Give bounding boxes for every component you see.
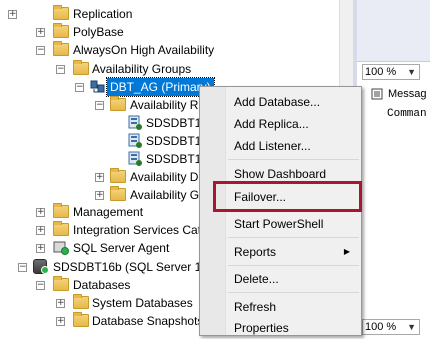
expand-icon[interactable]: + xyxy=(36,28,45,37)
submenu-arrow-icon: ▶ xyxy=(343,247,350,256)
folder-icon xyxy=(53,203,69,218)
collapse-icon[interactable]: − xyxy=(36,281,45,290)
collapse-icon[interactable]: − xyxy=(56,65,65,74)
replica-server-icon xyxy=(128,115,142,130)
menu-item-label: Delete... xyxy=(234,272,279,286)
tree-node-label: SDSDBT1 xyxy=(146,116,202,130)
availability-group-icon xyxy=(90,80,105,93)
tree-node-availability-groups[interactable]: − Availability Groups xyxy=(0,60,340,78)
menu-item-label: Refresh xyxy=(234,300,277,314)
expand-icon[interactable]: + xyxy=(36,208,45,217)
collapse-icon[interactable]: − xyxy=(18,263,27,272)
zoom-value: 100 % xyxy=(365,321,397,333)
menu-item-label: Add Listener... xyxy=(234,139,311,153)
menu-item-label: Start PowerShell xyxy=(234,217,324,231)
menu-separator xyxy=(228,159,359,160)
replica-server-icon xyxy=(128,133,142,148)
tree-node-label: Database Snapshots xyxy=(92,314,204,328)
menu-item-add-database[interactable]: Add Database... xyxy=(234,91,320,113)
folder-icon xyxy=(110,186,126,201)
command-text: Comman xyxy=(387,108,427,120)
zoom-select-bottom[interactable]: 100 % ▼ xyxy=(362,319,420,335)
tree-node-polybase[interactable]: + PolyBase xyxy=(0,23,340,41)
tree-node-label: Management xyxy=(73,205,144,219)
server-icon xyxy=(33,259,49,274)
tree-node-label: System Databases xyxy=(92,296,193,310)
tree-node-label: Availability D xyxy=(130,170,199,184)
folder-icon xyxy=(53,23,69,38)
folder-icon xyxy=(110,168,126,183)
menu-item-delete[interactable]: Delete... xyxy=(234,268,279,290)
tree-node-label: SDSDBT1 xyxy=(146,152,202,166)
chevron-down-icon: ▼ xyxy=(407,67,416,77)
zoom-value: 100 % xyxy=(365,66,397,78)
folder-icon xyxy=(53,276,69,291)
expand-icon[interactable]: + xyxy=(56,299,65,308)
menu-separator xyxy=(228,237,359,238)
menu-separator xyxy=(228,292,359,293)
expand-icon[interactable]: + xyxy=(95,173,104,182)
failover-highlight-box xyxy=(213,181,362,212)
expand-icon[interactable]: + xyxy=(95,191,104,200)
folder-icon xyxy=(73,294,89,309)
expand-icon[interactable]: + xyxy=(36,244,45,253)
menu-separator xyxy=(228,265,359,266)
collapse-icon[interactable]: − xyxy=(75,83,84,92)
expand-icon[interactable]: + xyxy=(8,10,17,19)
sql-agent-icon xyxy=(53,241,69,255)
tree-node-alwayson[interactable]: − AlwaysOn High Availability xyxy=(0,41,340,59)
menu-item-start-powershell[interactable]: Start PowerShell xyxy=(234,213,323,235)
tree-node-label: Databases xyxy=(73,278,131,292)
menu-item-label: Properties xyxy=(234,321,289,335)
tree-node-label: Availability G xyxy=(130,188,200,202)
menu-item-refresh[interactable]: Refresh xyxy=(234,296,276,318)
tree-node-label: SQL Server Agent xyxy=(73,241,170,255)
messages-tab[interactable]: Messag xyxy=(388,88,427,100)
tree-node-label: Integration Services Cat xyxy=(73,223,202,237)
tree-node-label: Availability R xyxy=(130,98,199,112)
tree-node-label: Availability Groups xyxy=(92,62,192,76)
folder-icon xyxy=(53,5,69,20)
query-editor-area[interactable] xyxy=(357,0,430,62)
folder-icon xyxy=(53,221,69,236)
folder-icon xyxy=(110,96,126,111)
menu-item-reports[interactable]: Reports ▶ xyxy=(234,241,358,263)
folder-icon xyxy=(73,60,89,75)
tree-node-label: Replication xyxy=(73,7,133,21)
menu-item-add-listener[interactable]: Add Listener... xyxy=(234,135,311,157)
menu-item-properties[interactable]: Properties xyxy=(234,317,289,339)
menu-item-label: Reports xyxy=(234,245,277,259)
collapse-icon[interactable]: − xyxy=(95,101,104,110)
collapse-icon[interactable]: − xyxy=(36,46,45,55)
menu-item-label: Add Database... xyxy=(234,95,321,109)
replica-server-icon xyxy=(128,151,142,166)
menu-item-add-replica[interactable]: Add Replica... xyxy=(234,113,309,135)
messages-icon xyxy=(371,88,383,100)
zoom-select-top[interactable]: 100 % ▼ xyxy=(362,64,420,80)
folder-icon xyxy=(73,312,89,327)
tree-node-label: DBT_AG (Primary) xyxy=(106,77,215,97)
tree-node-label: PolyBase xyxy=(73,25,124,39)
tree-node-replication[interactable]: + Replication xyxy=(0,5,340,23)
expand-icon[interactable]: + xyxy=(56,317,65,326)
menu-item-label: Show Dashboard xyxy=(234,167,327,181)
tree-node-label: AlwaysOn High Availability xyxy=(73,43,215,57)
menu-item-label: Add Replica... xyxy=(234,117,309,131)
tree-node-label: SDSDBT16b (SQL Server 13.0 xyxy=(53,260,218,274)
expand-icon[interactable]: + xyxy=(36,226,45,235)
tree-node-label: SDSDBT1 xyxy=(146,134,202,148)
folder-icon xyxy=(53,41,69,56)
